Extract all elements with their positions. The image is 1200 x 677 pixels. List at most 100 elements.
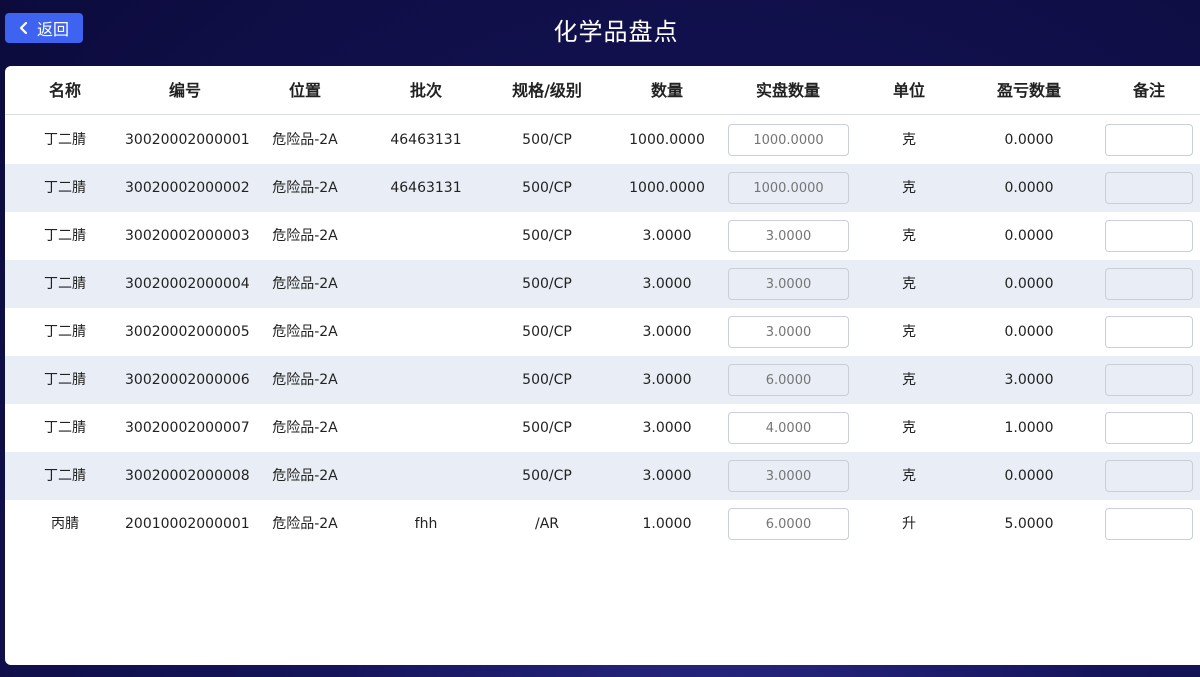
- remark-input[interactable]: [1105, 220, 1193, 252]
- cell-quantity: 3.0000: [642, 324, 692, 340]
- cell-difference: 5.0000: [1004, 516, 1054, 532]
- cell-batch: [365, 356, 487, 404]
- actual-quantity-input[interactable]: [728, 364, 849, 396]
- cell-difference: 0.0000: [1004, 324, 1054, 340]
- table-row: 丁二腈 30020002000008 危险品-2A 500/CP 3.0000 克 0.00…: [5, 452, 1200, 500]
- cell-code: 30020002000004: [125, 276, 250, 292]
- remark-input[interactable]: [1105, 124, 1193, 156]
- cell-code: 30020002000008: [125, 468, 250, 484]
- cell-batch: [365, 452, 487, 500]
- cell-quantity: 3.0000: [642, 228, 692, 244]
- cell-name: 丁二腈: [44, 276, 86, 292]
- remark-input[interactable]: [1105, 508, 1193, 540]
- cell-difference: 1.0000: [1004, 420, 1054, 436]
- cell-name: 丁二腈: [44, 420, 86, 436]
- cell-quantity: 3.0000: [642, 420, 692, 436]
- cell-location: 危险品-2A: [272, 180, 338, 196]
- column-header-quantity: 数量: [650, 81, 683, 100]
- actual-quantity-input[interactable]: [728, 508, 849, 540]
- cell-code: 30020002000003: [125, 228, 250, 244]
- remark-input[interactable]: [1105, 460, 1193, 492]
- cell-location: 危险品-2A: [272, 276, 338, 292]
- column-header-difference: 盈亏数量: [996, 81, 1061, 100]
- inventory-table: 名称 编号 位置 批次 规格/级别 数量 实盘数量 单位 盈亏数量 备注 丁二腈…: [5, 66, 1200, 665]
- cell-location: 危险品-2A: [272, 324, 338, 340]
- cell-difference: 0.0000: [1004, 228, 1054, 244]
- cell-code: 30020002000002: [125, 180, 250, 196]
- remark-input[interactable]: [1105, 412, 1193, 444]
- cell-unit: 克: [902, 324, 916, 340]
- cell-batch: 46463131: [390, 132, 462, 148]
- cell-difference: 0.0000: [1004, 132, 1054, 148]
- cell-unit: 克: [902, 276, 916, 292]
- actual-quantity-input[interactable]: [728, 220, 849, 252]
- cell-location: 危险品-2A: [272, 228, 338, 244]
- cell-location: 危险品-2A: [272, 372, 338, 388]
- cell-name: 丙腈: [51, 516, 79, 532]
- cell-spec: 500/CP: [522, 420, 572, 436]
- cell-unit: 克: [902, 372, 916, 388]
- table-row: 丁二腈 30020002000004 危险品-2A 500/CP 3.0000 克 0.00…: [5, 260, 1200, 308]
- cell-batch: [365, 260, 487, 308]
- actual-quantity-input[interactable]: [728, 172, 849, 204]
- column-header-spec: 规格/级别: [512, 81, 582, 100]
- table-row: 丙腈 20010002000001 危险品-2A fhh/AR 1.0000 升 5.000…: [5, 500, 1200, 548]
- remark-input[interactable]: [1105, 364, 1193, 396]
- remark-input[interactable]: [1105, 316, 1193, 348]
- cell-code: 30020002000006: [125, 372, 250, 388]
- table-row: 丁二腈 30020002000007 危险品-2A 500/CP 3.0000 克 1.00…: [5, 404, 1200, 452]
- actual-quantity-input[interactable]: [728, 412, 849, 444]
- cell-spec: 500/CP: [522, 372, 572, 388]
- cell-code: 20010002000001: [125, 516, 250, 532]
- cell-unit: 克: [902, 228, 916, 244]
- cell-unit: 克: [902, 180, 916, 196]
- table-row: 丁二腈 30020002000005 危险品-2A 500/CP 3.0000 克 0.00…: [5, 308, 1200, 356]
- actual-quantity-input[interactable]: [728, 460, 849, 492]
- cell-difference: 3.0000: [1004, 372, 1054, 388]
- column-header-remark: 备注: [1132, 81, 1165, 100]
- cell-name: 丁二腈: [44, 324, 86, 340]
- actual-quantity-input[interactable]: [728, 316, 849, 348]
- column-header-location: 位置: [288, 81, 321, 100]
- cell-spec: 500/CP: [522, 468, 572, 484]
- cell-name: 丁二腈: [44, 132, 86, 148]
- cell-spec: 500/CP: [522, 132, 572, 148]
- cell-name: 丁二腈: [44, 468, 86, 484]
- cell-location: 危险品-2A: [272, 516, 338, 532]
- cell-batch: [365, 308, 487, 356]
- cell-batch: [365, 404, 487, 452]
- table-row: 丁二腈 30020002000006 危险品-2A 500/CP 3.0000 克 3.00…: [5, 356, 1200, 404]
- cell-name: 丁二腈: [44, 228, 86, 244]
- actual-quantity-input[interactable]: [728, 124, 849, 156]
- cell-batch: [365, 212, 487, 260]
- cell-quantity: 1000.0000: [629, 132, 705, 148]
- cell-unit: 克: [902, 420, 916, 436]
- cell-spec: 500/CP: [522, 324, 572, 340]
- table-row: 丁二腈 30020002000001 危险品-2A 46463131 500/CP 100…: [5, 116, 1200, 164]
- column-header-name: 名称: [48, 81, 81, 100]
- cell-difference: 0.0000: [1004, 180, 1054, 196]
- column-header-code: 编号: [168, 81, 201, 100]
- column-header-unit: 单位: [892, 81, 925, 100]
- cell-quantity: 3.0000: [642, 468, 692, 484]
- cell-location: 危险品-2A: [272, 132, 338, 148]
- column-header-batch: 批次: [409, 81, 442, 100]
- cell-quantity: 3.0000: [642, 372, 692, 388]
- actual-quantity-input[interactable]: [728, 268, 849, 300]
- table-header: 名称 编号 位置 批次 规格/级别 数量 实盘数量 单位 盈亏数量 备注: [5, 66, 1200, 115]
- remark-input[interactable]: [1105, 268, 1193, 300]
- cell-location: 危险品-2A: [272, 468, 338, 484]
- cell-batch: fhh: [414, 516, 438, 532]
- cell-location: 危险品-2A: [272, 420, 338, 436]
- cell-unit: 克: [902, 468, 916, 484]
- cell-code: 30020002000001: [125, 132, 250, 148]
- remark-input[interactable]: [1105, 172, 1193, 204]
- table-row: 丁二腈 30020002000002 危险品-2A 46463131 500/CP 100…: [5, 164, 1200, 212]
- cell-quantity: 3.0000: [642, 276, 692, 292]
- cell-code: 30020002000005: [125, 324, 250, 340]
- cell-unit: 升: [902, 516, 916, 532]
- cell-difference: 0.0000: [1004, 276, 1054, 292]
- cell-batch: 46463131: [390, 180, 462, 196]
- cell-quantity: 1000.0000: [629, 180, 705, 196]
- cell-spec: /AR: [534, 516, 560, 532]
